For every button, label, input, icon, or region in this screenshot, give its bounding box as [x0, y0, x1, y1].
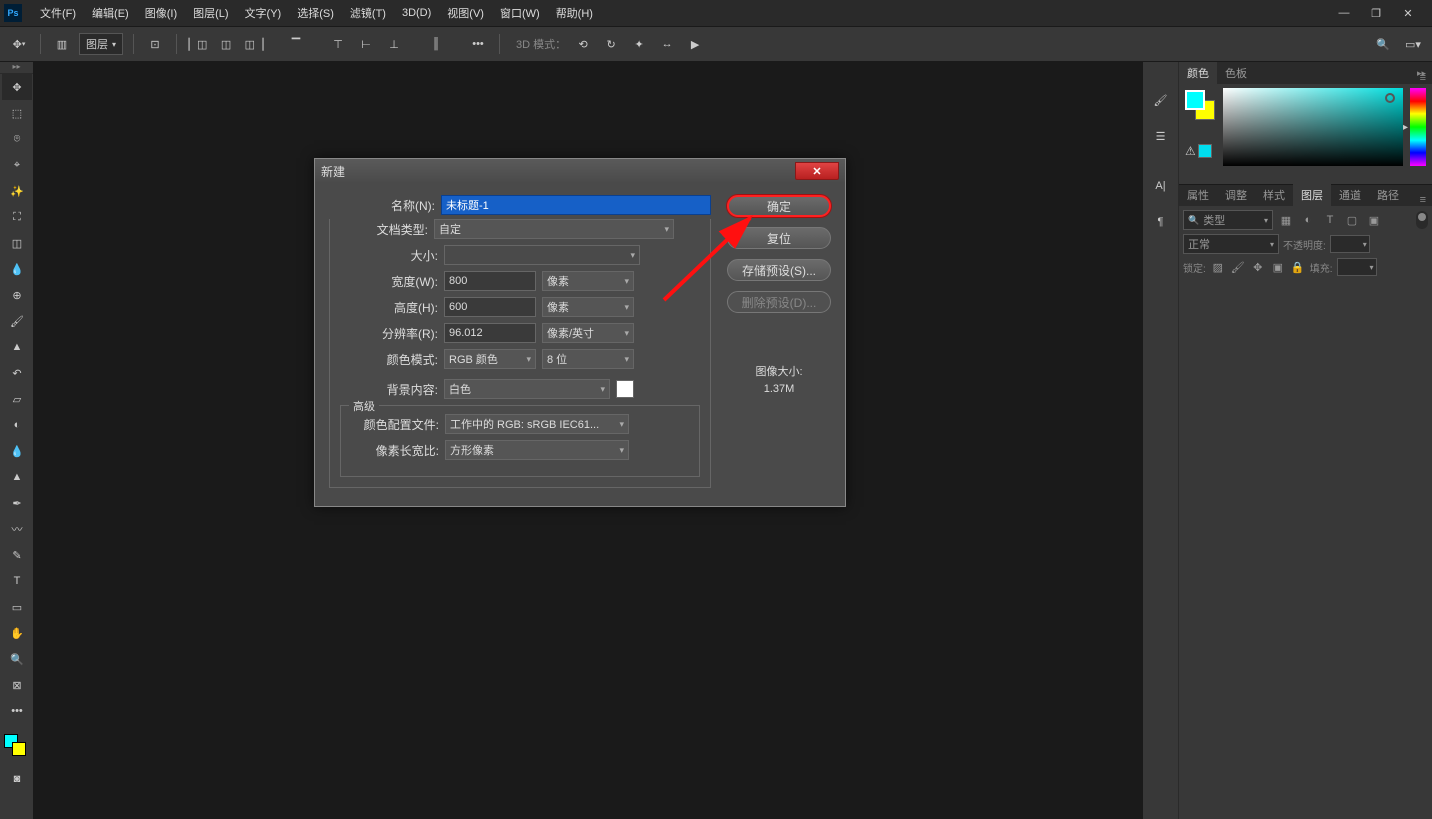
- colormode-select[interactable]: RGB 颜色: [444, 349, 536, 369]
- aspect-label: 像素长宽比:: [351, 442, 439, 459]
- image-size-info: 图像大小: 1.37M: [727, 363, 831, 399]
- background-color-swatch[interactable]: [616, 380, 634, 398]
- dialog-backdrop: 新建 ✕ 名称(N): 文档类型: 自定 大小: 宽度(W):: [0, 0, 1432, 819]
- resolution-input[interactable]: [444, 323, 536, 343]
- dialog-title: 新建: [321, 163, 345, 180]
- height-unit-select[interactable]: 像素: [542, 297, 634, 317]
- name-label: 名称(N):: [329, 197, 435, 214]
- save-preset-button[interactable]: 存储预设(S)...: [727, 259, 831, 281]
- dialog-form: 名称(N): 文档类型: 自定 大小: 宽度(W): 像素: [329, 195, 711, 488]
- colormode-label: 颜色模式:: [380, 351, 438, 368]
- width-label: 宽度(W):: [380, 273, 438, 290]
- ok-button[interactable]: 确定: [727, 195, 831, 217]
- size-select[interactable]: [444, 245, 640, 265]
- doctype-select[interactable]: 自定: [434, 219, 674, 239]
- background-select[interactable]: 白色: [444, 379, 610, 399]
- background-label: 背景内容:: [380, 381, 438, 398]
- bitdepth-select[interactable]: 8 位: [542, 349, 634, 369]
- name-input[interactable]: [441, 195, 711, 215]
- color-panel-swatches[interactable]: [1185, 90, 1205, 110]
- width-input[interactable]: [444, 271, 536, 291]
- advanced-fieldset: 高级 颜色配置文件: 工作中的 RGB: sRGB IEC61... 像素长宽比…: [340, 405, 700, 477]
- profile-label: 颜色配置文件:: [351, 416, 439, 433]
- dialog-buttons: 确定 复位 存储预设(S)... 删除预设(D)... 图像大小: 1.37M: [727, 195, 831, 488]
- reset-button[interactable]: 复位: [727, 227, 831, 249]
- image-size-label: 图像大小:: [727, 363, 831, 379]
- resolution-label: 分辨率(R):: [380, 325, 438, 342]
- size-label: 大小:: [380, 247, 438, 264]
- advanced-label: 高级: [349, 398, 379, 414]
- aspect-select[interactable]: 方形像素: [445, 440, 629, 460]
- dialog-close-button[interactable]: ✕: [795, 162, 839, 180]
- new-document-dialog: 新建 ✕ 名称(N): 文档类型: 自定 大小: 宽度(W):: [314, 158, 846, 507]
- profile-select[interactable]: 工作中的 RGB: sRGB IEC61...: [445, 414, 629, 434]
- image-size-value: 1.37M: [727, 383, 831, 395]
- width-unit-select[interactable]: 像素: [542, 271, 634, 291]
- height-input[interactable]: [444, 297, 536, 317]
- doctype-label: 文档类型:: [340, 221, 428, 238]
- height-label: 高度(H):: [380, 299, 438, 316]
- dialog-titlebar[interactable]: 新建 ✕: [315, 159, 845, 183]
- delete-preset-button[interactable]: 删除预设(D)...: [727, 291, 831, 313]
- panel-fg-color[interactable]: [1185, 90, 1205, 110]
- main-fieldset: 文档类型: 自定 大小: 宽度(W): 像素 高度(H): 像素: [329, 219, 711, 488]
- resolution-unit-select[interactable]: 像素/英寸: [542, 323, 634, 343]
